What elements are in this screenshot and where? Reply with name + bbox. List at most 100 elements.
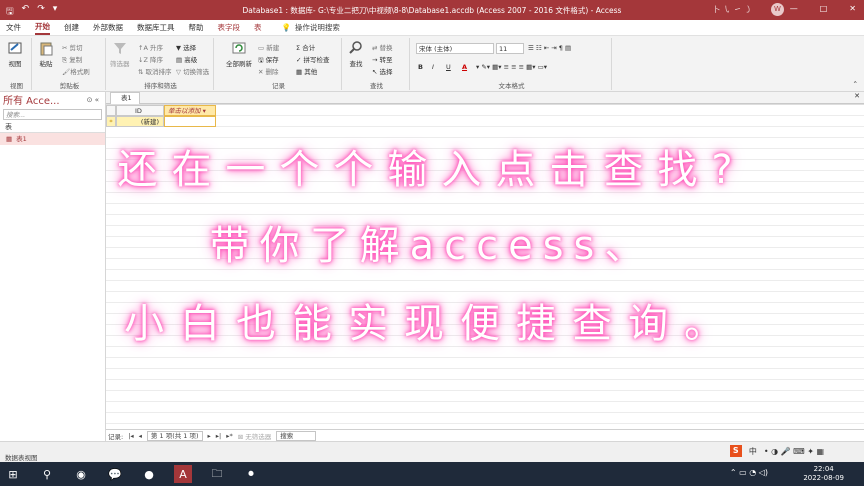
refresh-all-button[interactable]: 全部刷新	[226, 40, 252, 68]
ime-extra-icons[interactable]: • ◑ 🎤 ⌨ ✦ ▦	[764, 447, 824, 456]
group-label-records: 记录	[272, 82, 285, 90]
nav-menu-icon[interactable]: ⊙ «	[87, 96, 99, 104]
row-selector-header[interactable]	[106, 105, 116, 116]
close-button[interactable]: ✕	[849, 4, 856, 13]
access-icon[interactable]: A	[174, 465, 192, 483]
copy-button[interactable]: ⎘ 复制	[62, 54, 82, 65]
search-icon[interactable]: ⚲	[38, 465, 56, 483]
nav-search-input[interactable]: 搜索...	[3, 109, 102, 120]
system-tray-icons[interactable]: ⌃ ▭ ◔ ◁)	[730, 468, 768, 477]
edge-icon[interactable]: ◉	[72, 465, 90, 483]
new-record-button[interactable]: ▭ 新建	[258, 42, 279, 52]
replace-icon: ⇄	[372, 44, 380, 52]
filter-label: 筛选器	[110, 60, 130, 68]
goto-button[interactable]: → 转至	[372, 54, 393, 64]
selection-button[interactable]: ▼ 选择	[176, 42, 196, 52]
chevron-down-icon[interactable]: ▾	[201, 107, 206, 115]
select-button[interactable]: ↖ 选择	[372, 66, 393, 76]
column-header-id[interactable]: ID	[116, 105, 164, 116]
view-icon	[8, 42, 22, 54]
new-record-icon: ▭	[258, 44, 267, 52]
underline-button[interactable]: U	[446, 63, 451, 71]
delete-record-button[interactable]: ✕ 删除	[258, 66, 279, 76]
advanced-button[interactable]: ▤ 高级	[176, 54, 197, 64]
next-record-button[interactable]: ▸	[208, 432, 211, 440]
tab-external-data[interactable]: 外部数据	[93, 22, 123, 33]
clock[interactable]: 22:04 2022-08-09	[803, 465, 844, 483]
find-button[interactable]: 查找	[348, 40, 364, 68]
save-record-icon: 🖫	[258, 56, 266, 64]
tab-home[interactable]: 开始	[35, 21, 50, 35]
sort-asc-icon: ↑A	[138, 44, 150, 52]
table-icon: ▦	[6, 135, 13, 143]
record-navigator: 记录: |◂ ◂ 第 1 项(共 1 项) ▸ ▸| ▸* ⊠ 无筛选器 搜索	[106, 429, 864, 441]
avatar[interactable]: W	[771, 3, 784, 16]
format-icons[interactable]: ▾ ✎▾ ▦▾ ≡ ≡ ≡ ▦▾ ▭▾	[476, 63, 547, 71]
window-controls: — □ ✕	[790, 4, 856, 13]
remove-sort-label: 取消排序	[145, 68, 172, 76]
current-record-field[interactable]: 第 1 项(共 1 项)	[146, 430, 203, 441]
file-explorer-icon[interactable]: 🗀	[208, 465, 226, 483]
tab-document-table1[interactable]: 表1	[110, 92, 140, 104]
group-label-find: 查找	[370, 82, 383, 90]
ime-toolbar: S 中 • ◑ 🎤 ⌨ ✦ ▦	[729, 445, 824, 457]
list-icons[interactable]: ☰ ☷ ⇤ ⇥ ¶ ▤	[528, 44, 571, 52]
new-row-marker[interactable]: *	[106, 116, 116, 127]
group-label-clipboard: 剪贴板	[59, 82, 80, 90]
toggle-filter-button[interactable]: ▽ 切换筛选	[176, 66, 209, 76]
collapse-ribbon-icon[interactable]: ⌃	[853, 80, 858, 88]
tab-help[interactable]: 帮助	[189, 22, 204, 33]
tab-table-fields[interactable]: 表字段	[218, 22, 241, 33]
windows-start-icon[interactable]: ⊞	[4, 465, 22, 483]
column-header-add[interactable]: 单击以添加 ▾	[164, 105, 216, 116]
tab-file[interactable]: 文件	[6, 22, 21, 33]
cut-button[interactable]: ✂ 剪切	[62, 42, 83, 52]
tab-database-tools[interactable]: 数据库工具	[137, 22, 175, 33]
tab-table[interactable]: 表	[254, 22, 262, 33]
replace-button[interactable]: ⇄ 替换	[372, 42, 393, 52]
format-painter-button[interactable]: 🖌格式刷	[62, 66, 90, 76]
last-record-button[interactable]: ▸|	[216, 432, 221, 440]
bold-button[interactable]: B	[418, 63, 423, 71]
group-find: 查找 ⇄ 替换 → 转至 ↖ 选择 查找	[344, 38, 410, 90]
sort-desc-label: 降序	[149, 56, 163, 64]
view-button[interactable]: 视图	[7, 40, 23, 68]
prev-record-button[interactable]: ◂	[139, 432, 142, 440]
new-record-id-cell[interactable]: (新建)	[116, 116, 164, 127]
italic-button[interactable]: I	[432, 63, 434, 71]
recorder-icon[interactable]: ⏺	[242, 465, 260, 483]
new-record-add-cell[interactable]	[164, 116, 216, 127]
group-text-formatting: 宋体 (主体) 11 ☰ ☷ ⇤ ⇥ ¶ ▤ B I U A ▾ ✎▾ ▦▾ ≡…	[412, 38, 612, 90]
record-nav-label: 记录:	[108, 432, 124, 441]
tab-create[interactable]: 创建	[64, 22, 79, 33]
app-green-icon[interactable]: ●	[140, 465, 158, 483]
first-record-button[interactable]: |◂	[128, 432, 133, 440]
ime-mode[interactable]: 中	[749, 446, 757, 457]
more-button[interactable]: ▦ 其他	[296, 66, 317, 76]
paste-button[interactable]: 粘贴	[38, 40, 54, 68]
font-size-select[interactable]: 11	[496, 43, 524, 54]
minimize-button[interactable]: —	[790, 4, 798, 13]
nav-section-tables[interactable]: 表	[0, 122, 105, 133]
wechat-icon[interactable]: 💬	[106, 465, 124, 483]
sort-asc-button[interactable]: ↑A 升序	[138, 42, 163, 52]
sogou-icon[interactable]: S	[729, 445, 742, 457]
tell-me-search[interactable]: 💡 操作说明搜索	[282, 22, 340, 33]
maximize-button[interactable]: □	[820, 4, 828, 13]
font-name-select[interactable]: 宋体 (主体)	[416, 43, 494, 54]
lightbulb-icon: 💡	[281, 23, 291, 32]
totals-button[interactable]: Σ 合计	[296, 42, 315, 52]
nav-item-label: 表1	[16, 135, 27, 143]
nav-item-table1[interactable]: ▦ 表1	[0, 133, 105, 145]
sort-desc-button[interactable]: ↓Z 降序	[138, 54, 163, 64]
delete-record-label: 删除	[265, 68, 279, 76]
spelling-button[interactable]: ✓ 拼写检查	[296, 54, 330, 64]
nav-header[interactable]: 所有 Acce... ⊙ «	[0, 92, 105, 108]
record-search-input[interactable]: 搜索	[276, 430, 317, 441]
no-filter-indicator[interactable]: ⊠ 无筛选器	[238, 431, 272, 441]
new-record-nav-button[interactable]: ▸*	[226, 432, 233, 440]
filter-button[interactable]: 筛选器	[110, 40, 130, 68]
font-color-button[interactable]: A	[462, 63, 467, 71]
remove-sort-button[interactable]: ⇅ 取消排序	[138, 66, 172, 76]
close-document-icon[interactable]: ✕	[854, 92, 860, 100]
